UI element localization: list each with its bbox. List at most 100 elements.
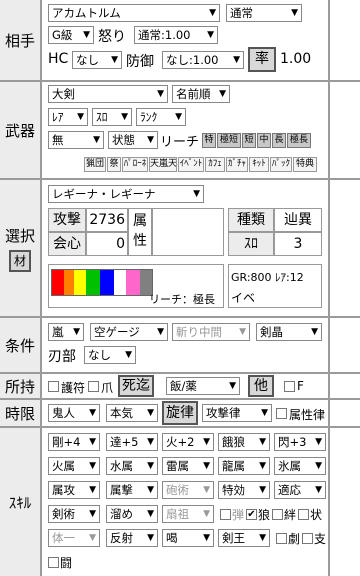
reach-chip[interactable]: 極短	[217, 133, 241, 148]
filter-chip[interactable]: 祭	[107, 157, 121, 172]
other-button[interactable]: 他	[248, 375, 274, 397]
rank-select[interactable]: G級	[48, 26, 94, 44]
skill-select[interactable]: 属攻	[48, 481, 100, 499]
filter-chip[interactable]: 猟団	[84, 157, 106, 172]
skill-select[interactable]: 特効	[218, 481, 270, 499]
hc-select[interactable]: なし	[72, 51, 122, 69]
skill-select[interactable]: 餓狼	[218, 433, 270, 451]
filter-chip[interactable]: ｷｯﾄ	[249, 157, 269, 172]
sort-select[interactable]: 名前順	[172, 85, 230, 103]
status-checkbox[interactable]	[298, 509, 309, 520]
sharpness-green	[86, 270, 100, 290]
skill-select[interactable]: 剣王	[218, 529, 270, 547]
demon-select[interactable]: 鬼人	[48, 404, 100, 422]
skill-select[interactable]: 水属	[106, 457, 158, 475]
attribute-select[interactable]: 無	[48, 131, 104, 149]
skill-select[interactable]: 反射	[106, 529, 158, 547]
skill-select[interactable]: 達+5	[106, 433, 158, 451]
rate-button[interactable]: 率	[248, 47, 276, 72]
skill-select[interactable]: 氷属	[274, 457, 326, 475]
support-label: 支	[314, 532, 327, 546]
blade-select[interactable]: なし	[84, 346, 136, 364]
sharpness-yellow	[74, 270, 86, 290]
serious-select[interactable]: 本気	[106, 404, 158, 422]
bullet-label: 弾	[232, 508, 245, 522]
sword-crystal-select[interactable]: 剣晶	[256, 323, 322, 341]
food-select[interactable]: 飯/薬	[166, 377, 240, 395]
sharpness-box: リーチ：極長	[48, 264, 224, 308]
drama-checkbox[interactable]	[276, 533, 287, 544]
reach-chip[interactable]: 極長	[287, 133, 311, 148]
element-melody-checkbox[interactable]	[276, 408, 287, 419]
condition-section: 条件 嵐 空ゲージ 斬り中間 剣晶 刃部 なし	[0, 316, 360, 372]
reach-chip[interactable]: 中	[257, 133, 271, 148]
filter-chip[interactable]: 天嵐天	[149, 157, 177, 172]
slot-select[interactable]: ｽﾛ	[92, 108, 132, 126]
filter-chip[interactable]: ｶﾌｪ	[205, 157, 225, 172]
defense-label: 防御	[126, 54, 154, 70]
skill-select[interactable]: 喝	[162, 529, 214, 547]
critical-value: 0	[86, 232, 128, 256]
filter-chip[interactable]: ﾊﾟｯｸ	[270, 157, 292, 172]
defense-select[interactable]: なし:1.00	[162, 51, 244, 69]
sharpness-white	[114, 270, 126, 290]
bullet-checkbox[interactable]	[220, 509, 231, 520]
attack-melody-select[interactable]: 攻撃律	[202, 404, 272, 422]
element-value	[152, 208, 224, 256]
rate-value: 1.00	[280, 51, 312, 67]
gauge-select[interactable]: 空ゲージ	[90, 323, 168, 341]
monster-select[interactable]: アカムトルム	[48, 4, 220, 22]
rank-filter-select[interactable]: ﾗﾝｸ	[136, 108, 186, 126]
time-limit-section: 時限 鬼人 本気 旋律 攻撃律 属性律	[0, 398, 360, 426]
reach-chip[interactable]: 短	[242, 133, 256, 148]
filter-chip[interactable]: ｶﾞﾁｬ	[226, 157, 248, 172]
fight-checkbox[interactable]	[48, 557, 59, 568]
drama-label: 劇	[288, 532, 301, 546]
skill-select[interactable]: 雷属	[162, 457, 214, 475]
skill-select[interactable]: 剣術	[48, 505, 100, 523]
skill-select[interactable]: 溜め	[106, 505, 158, 523]
attack-label: 攻撃	[48, 208, 86, 232]
possession-label: 所持	[0, 374, 42, 398]
amulet-checkbox[interactable]	[48, 381, 59, 392]
status-label: 状	[310, 508, 323, 522]
skill-select[interactable]: 体一	[48, 529, 100, 547]
weapon-type-select[interactable]: 大剣	[48, 85, 168, 103]
skill-select[interactable]: 火属	[48, 457, 100, 475]
skill-select[interactable]: 扇祖	[162, 505, 214, 523]
filter-chip[interactable]: ﾊﾟﾛｰﾈ	[122, 157, 148, 172]
attack-value: 2736	[86, 208, 128, 232]
filter-chip[interactable]: 特典	[293, 157, 317, 172]
melody-button[interactable]: 旋律	[162, 401, 198, 425]
skill-select[interactable]: 火+2	[162, 433, 214, 451]
claw-checkbox[interactable]	[88, 381, 99, 392]
state-select[interactable]: 状態	[108, 131, 158, 149]
rarity-select[interactable]: ﾚｱ	[48, 108, 88, 126]
selection-section: 選択 材 レギーナ・レギーナ 攻撃 2736 会心 0 属性 種類 辿異 ｽﾛ …	[0, 178, 360, 316]
support-checkbox[interactable]	[302, 533, 313, 544]
skill-select[interactable]: 剛+4	[48, 433, 100, 451]
weapon-select[interactable]: レギーナ・レギーナ	[48, 185, 204, 203]
reach-chip[interactable]: 特	[202, 133, 216, 148]
sharpness-purple-lower	[126, 289, 140, 295]
skill-select[interactable]: 閃+3	[274, 433, 326, 451]
weather-select[interactable]: 嵐	[48, 323, 84, 341]
bond-checkbox[interactable]	[272, 509, 283, 520]
material-button[interactable]: 材	[9, 249, 31, 272]
mode-select[interactable]: 通常	[226, 4, 302, 22]
skill-select[interactable]: 属撃	[106, 481, 158, 499]
anger-select[interactable]: 通常:1.00	[134, 26, 218, 44]
wolf-checkbox[interactable]: ✔	[246, 509, 257, 520]
opponent-section: 相手 アカムトルム 通常 G級 怒り 通常:1.00 HC なし 防御 なし:1…	[0, 0, 360, 80]
sharpness-bar	[51, 269, 153, 291]
element-label: 属性	[128, 208, 152, 256]
reach-chip[interactable]: 長	[272, 133, 286, 148]
f-label: F	[297, 379, 304, 393]
skill-select[interactable]: 龍属	[218, 457, 270, 475]
skill-select[interactable]: 砲術	[162, 481, 214, 499]
slash-select[interactable]: 斬り中間	[172, 323, 250, 341]
f-checkbox[interactable]	[284, 381, 295, 392]
skill-select[interactable]: 適応	[274, 481, 326, 499]
until-death-button[interactable]: 死迄	[118, 375, 154, 397]
filter-chip[interactable]: ｲﾍﾞﾝﾄ	[178, 157, 204, 172]
